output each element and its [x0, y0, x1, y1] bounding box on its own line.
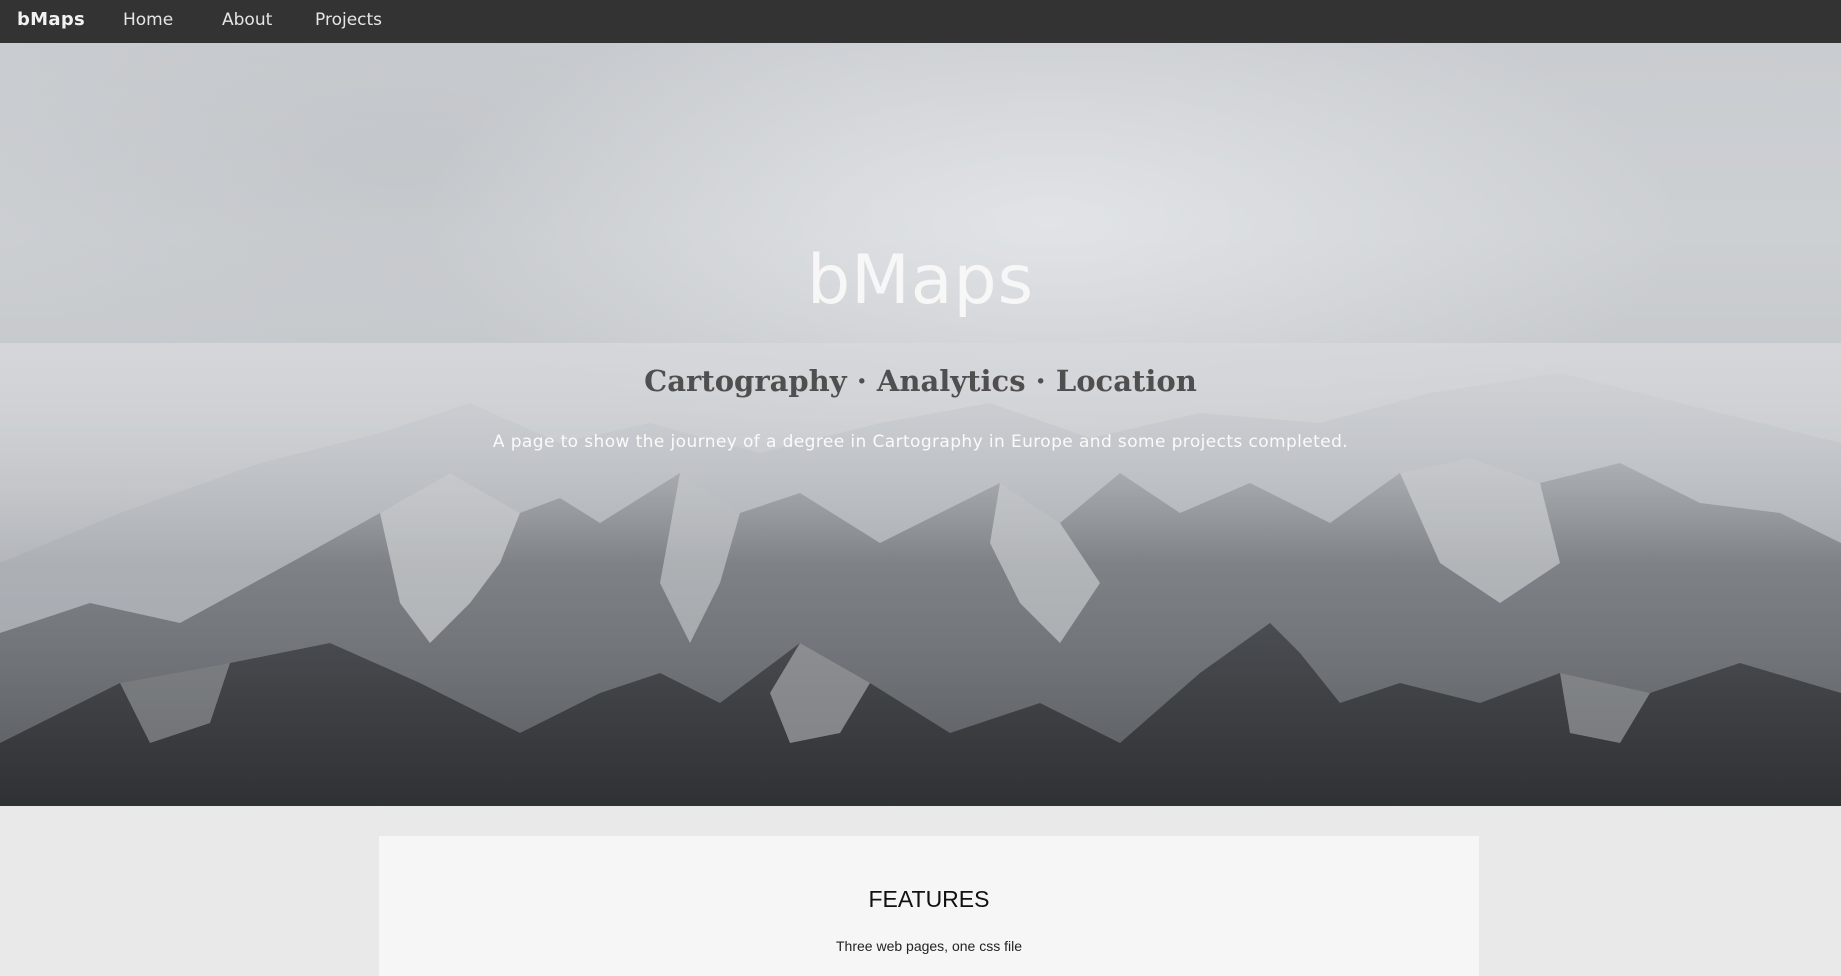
nav-link-about[interactable]: About — [222, 10, 272, 30]
nav-link-home[interactable]: Home — [123, 10, 173, 30]
top-navbar: bMaps Home About Projects — [0, 0, 1841, 43]
hero-mountain-image — [0, 343, 1841, 806]
brand-link[interactable]: bMaps — [17, 9, 85, 30]
features-card: FEATURES Three web pages, one css file — [379, 836, 1479, 976]
hero-description: A page to show the journey of a degree i… — [492, 432, 1349, 452]
nav-link-projects[interactable]: Projects — [315, 10, 382, 30]
hero-subtitle: Cartography · Analytics · Location — [644, 364, 1197, 398]
hero-banner: bMaps Cartography · Analytics · Location… — [0, 43, 1841, 806]
hero-title: bMaps — [806, 241, 1035, 320]
features-heading: FEATURES — [868, 886, 990, 912]
features-text: Three web pages, one css file — [836, 938, 1022, 954]
